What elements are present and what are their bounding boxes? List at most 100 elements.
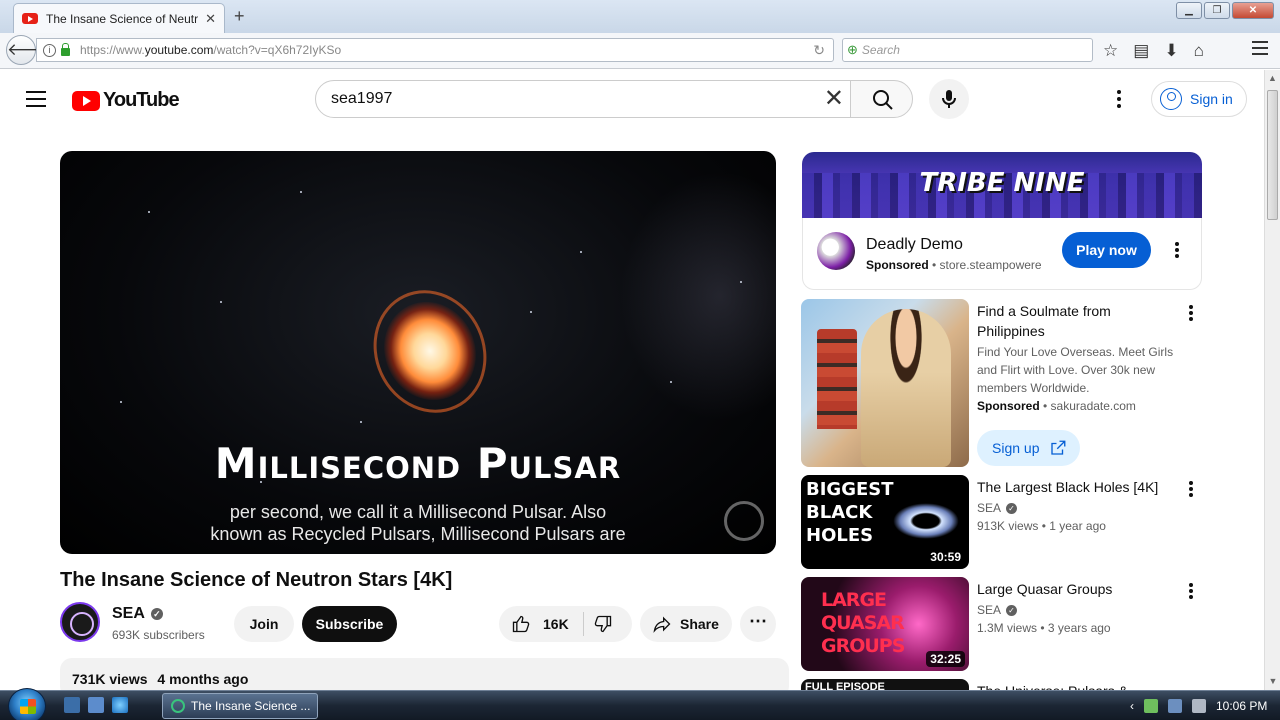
browser-app-icon (171, 699, 185, 713)
voice-search-button[interactable] (929, 79, 969, 119)
channel-watermark-icon[interactable] (724, 501, 764, 541)
window-close-button[interactable]: ✕ (1232, 2, 1274, 19)
description-box[interactable]: 731K views 4 months ago (60, 658, 789, 690)
bookmark-star-icon[interactable]: ☆ (1103, 41, 1118, 61)
ad-menu-icon[interactable] (1175, 242, 1179, 260)
settings-menu-icon[interactable] (1117, 90, 1121, 111)
clock[interactable]: 10:06 PM (1216, 699, 1267, 713)
taskbar-window-button[interactable]: The Insane Science ... (162, 693, 318, 719)
video-menu-icon[interactable] (1189, 481, 1193, 499)
caption-line: per second, we call it a Millisecond Pul… (229, 502, 607, 522)
join-button[interactable]: Join (234, 606, 294, 642)
recommended-video[interactable]: FULL EPISODE The Universe: Pulsars & (801, 679, 1201, 690)
video-menu-icon[interactable] (1189, 583, 1193, 601)
ad-banner[interactable]: TRIBE NINE (802, 152, 1202, 218)
video-thumbnail[interactable]: FULL EPISODE (801, 679, 969, 690)
recommended-channel[interactable]: SEA ✓ (977, 501, 1018, 515)
promo-item[interactable]: Find a Soulmate from Philippines Find Yo… (801, 299, 1201, 469)
like-dislike-bar: 16K (499, 606, 632, 642)
tray-app-icon[interactable] (1144, 699, 1158, 713)
channel-name[interactable]: SEA ✓ (112, 605, 163, 623)
recommended-video[interactable]: BIGGEST BLACK HOLES 30:59 The Largest Bl… (801, 475, 1201, 569)
search-button[interactable] (850, 80, 913, 118)
promo-title[interactable]: Find a Soulmate from Philippines (977, 301, 1177, 341)
play-now-button[interactable]: Play now (1062, 232, 1151, 268)
recommended-channel[interactable]: SEA ✓ (977, 603, 1018, 617)
dislike-button[interactable] (593, 614, 613, 639)
scroll-up-icon[interactable]: ▲ (1265, 70, 1280, 87)
system-tray: ‹ 10:06 PM (1130, 691, 1267, 720)
youtube-favicon-icon (22, 13, 38, 24)
address-bar[interactable]: i https://www.youtube.com/watch?v=qX6h72… (36, 38, 834, 62)
video-player[interactable]: Millisecond Pulsar per second, we call i… (60, 151, 776, 554)
ad-title: Deadly Demo (866, 236, 963, 253)
promo-menu-icon[interactable] (1189, 305, 1193, 323)
sign-up-label: Sign up (992, 440, 1040, 456)
subscriber-count: 693K subscribers (112, 628, 205, 642)
star (220, 301, 222, 303)
home-icon[interactable]: ⌂ (1194, 41, 1204, 61)
new-tab-button[interactable]: + (234, 6, 245, 27)
youtube-logo[interactable]: YouTube (72, 89, 180, 112)
player-nebula (620, 171, 776, 421)
sign-up-button[interactable]: Sign up (977, 430, 1080, 466)
video-thumbnail[interactable]: LARGE QUASAR GROUPS 32:25 (801, 577, 969, 671)
maximize-button[interactable]: ❐ (1204, 2, 1230, 19)
site-info-icon[interactable]: i (43, 43, 56, 57)
page-scrollbar[interactable]: ▲ ▼ (1264, 70, 1280, 690)
scroll-down-icon[interactable]: ▼ (1265, 673, 1280, 690)
like-button[interactable]: 16K (511, 614, 581, 634)
sign-in-button[interactable]: Sign in (1151, 81, 1247, 117)
star (120, 401, 122, 403)
thumbnail-text: FULL EPISODE (805, 681, 885, 690)
youtube-play-logo-icon (72, 90, 100, 111)
recommended-video-title[interactable]: The Largest Black Holes [4K] (977, 477, 1177, 497)
video-thumbnail[interactable]: BIGGEST BLACK HOLES 30:59 (801, 475, 969, 569)
tray-expand-icon[interactable]: ‹ (1130, 699, 1134, 713)
show-desktop-icon[interactable] (64, 697, 80, 713)
url-text: https://www.youtube.com/watch?v=qX6h72Iy… (80, 43, 342, 57)
scrollbar-thumb[interactable] (1267, 90, 1278, 220)
minimize-button[interactable]: ▁ (1176, 2, 1202, 19)
search-icon (873, 90, 893, 110)
more-actions-button[interactable]: ⋯ (740, 606, 776, 642)
share-label: Share (680, 616, 719, 632)
youtube-page: YouTube sea1997 ✕ Sign in Millisecond Pu… (0, 70, 1264, 690)
recommended-video-title[interactable]: The Universe: Pulsars & (977, 681, 1177, 690)
bookmarks-list-icon[interactable]: ▤ (1133, 41, 1149, 61)
like-count: 16K (543, 616, 569, 632)
back-button[interactable]: 🡐 (6, 35, 53, 65)
windows-taskbar: The Insane Science ... ‹ 10:06 PM (0, 688, 1280, 720)
like-divider (583, 612, 584, 636)
browser-search-box[interactable]: ⊕ Search (842, 38, 1093, 62)
recommended-video[interactable]: LARGE QUASAR GROUPS 32:25 Large Quasar G… (801, 577, 1201, 671)
channel-avatar[interactable] (60, 602, 100, 642)
channel-name-text: SEA (112, 605, 145, 622)
ad-card[interactable]: Deadly Demo Sponsored • store.steampower… (802, 218, 1202, 290)
share-button[interactable]: Share (640, 606, 732, 642)
recommended-meta: 1.3M views • 3 years ago (977, 621, 1111, 635)
clear-search-icon[interactable]: ✕ (824, 87, 844, 111)
browser-tab[interactable]: The Insane Science of Neutr ✕ (13, 3, 225, 33)
browser-menu-icon[interactable] (1252, 41, 1268, 59)
star (360, 421, 362, 423)
subscribe-button[interactable]: Subscribe (302, 606, 397, 642)
verified-check-icon: ✓ (150, 608, 163, 620)
tab-close-icon[interactable]: ✕ (205, 11, 216, 27)
view-count: 731K views (72, 671, 148, 687)
start-button[interactable] (8, 688, 46, 720)
search-input[interactable]: sea1997 ✕ (315, 80, 851, 118)
downloads-icon[interactable]: ⬇ (1164, 41, 1178, 61)
switch-windows-icon[interactable] (88, 697, 104, 713)
volume-muted-icon[interactable] (1192, 699, 1206, 713)
network-icon[interactable] (1168, 699, 1182, 713)
recommended-video-title[interactable]: Large Quasar Groups (977, 579, 1177, 599)
internet-explorer-icon[interactable] (112, 697, 128, 713)
browser-navbar: 🡐 i https://www.youtube.com/watch?v=qX6h… (0, 33, 1280, 69)
sponsored-label: Sponsored (977, 399, 1040, 413)
guide-menu-icon[interactable] (26, 91, 46, 112)
promo-thumbnail[interactable] (801, 299, 969, 467)
search-query: sea1997 (331, 90, 393, 107)
star (580, 251, 582, 253)
reload-icon[interactable]: ↻ (813, 42, 825, 59)
